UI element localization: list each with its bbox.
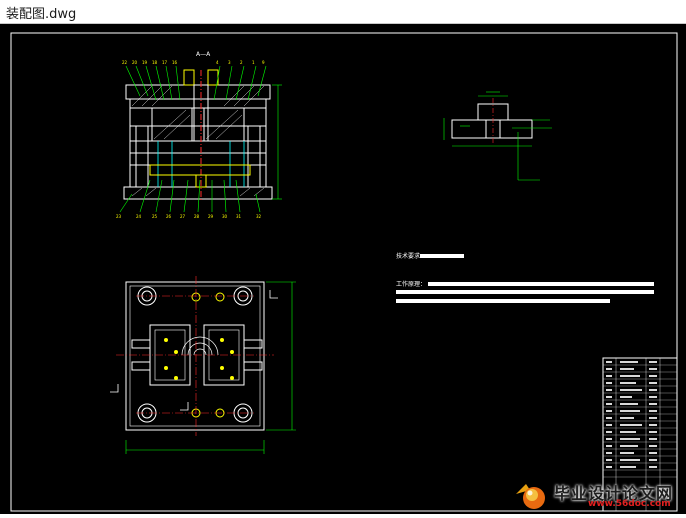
svg-text:31: 31 bbox=[236, 214, 242, 219]
document-title[interactable]: 装配图.dwg bbox=[6, 3, 76, 22]
cad-drawing-canvas[interactable]: A—A 22 20 19 18 17 16 4 3 2 1 9 23 24 25… bbox=[0, 24, 686, 514]
svg-text:28: 28 bbox=[194, 214, 200, 219]
part-detail-view bbox=[443, 91, 552, 181]
svg-text:24: 24 bbox=[136, 214, 142, 219]
svg-text:1: 1 bbox=[252, 60, 255, 65]
svg-text:4: 4 bbox=[216, 60, 219, 65]
cad-drawing: A—A 22 20 19 18 17 16 4 3 2 1 9 23 24 25… bbox=[10, 32, 678, 512]
svg-text:9: 9 bbox=[262, 60, 265, 65]
svg-text:20: 20 bbox=[132, 60, 138, 65]
svg-text:17: 17 bbox=[162, 60, 168, 65]
section-view: A—A 22 20 19 18 17 16 4 3 2 1 9 23 24 25… bbox=[116, 51, 282, 219]
work-principle: 工作原理： bbox=[396, 280, 654, 303]
svg-text:16: 16 bbox=[172, 60, 178, 65]
svg-text:27: 27 bbox=[180, 214, 186, 219]
svg-text:3: 3 bbox=[228, 60, 231, 65]
svg-text:18: 18 bbox=[152, 60, 158, 65]
plan-view bbox=[110, 276, 296, 454]
svg-text:19: 19 bbox=[142, 60, 148, 65]
document-tab-bar: 装配图.dwg bbox=[0, 0, 686, 24]
drawing-frame bbox=[10, 32, 678, 512]
svg-text:23: 23 bbox=[116, 214, 122, 219]
svg-text:2: 2 bbox=[240, 60, 243, 65]
svg-text:22: 22 bbox=[122, 60, 128, 65]
svg-text:30: 30 bbox=[222, 214, 228, 219]
svg-text:32: 32 bbox=[256, 214, 262, 219]
tech-req-title: 技术要求 bbox=[396, 252, 420, 260]
svg-text:29: 29 bbox=[208, 214, 214, 219]
tech-requirements: 技术要求 bbox=[396, 252, 464, 260]
work-principle-title: 工作原理： bbox=[396, 280, 426, 288]
watermark-url: www.56doc.com bbox=[588, 499, 671, 509]
watermark-logo: 毕业设计论文网 www.56doc.com bbox=[512, 480, 682, 512]
globe-icon bbox=[516, 484, 545, 509]
svg-text:25: 25 bbox=[152, 214, 158, 219]
section-label: A—A bbox=[196, 51, 211, 58]
svg-text:26: 26 bbox=[166, 214, 172, 219]
